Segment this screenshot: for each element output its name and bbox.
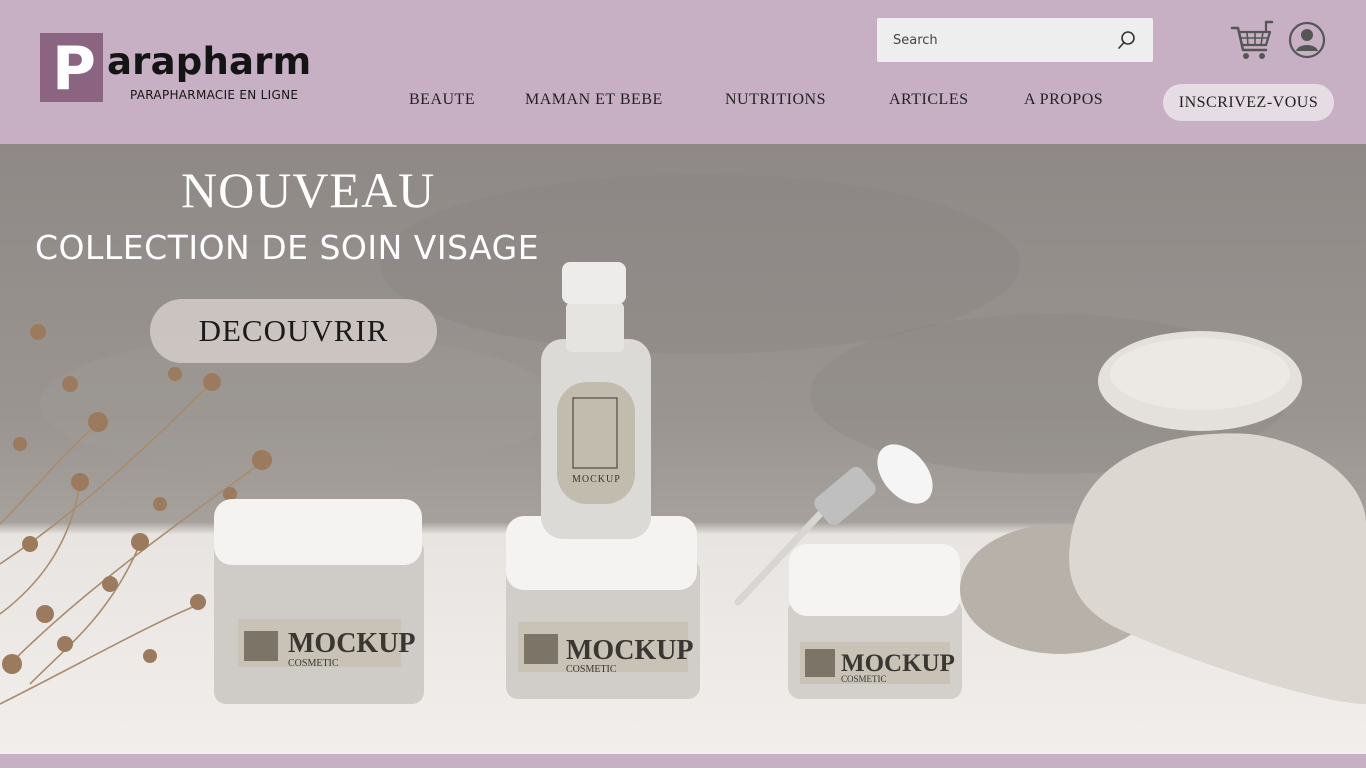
- product-label-center: MOCKUP: [566, 635, 694, 666]
- search-bar: [877, 18, 1153, 62]
- logo-tagline: PARAPHARMACIE EN LIGNE: [130, 88, 299, 102]
- bottom-strip: [0, 754, 1366, 768]
- logo-wordmark[interactable]: arapharm: [107, 40, 311, 84]
- search-input[interactable]: [877, 18, 1107, 62]
- discover-button[interactable]: DECOUVRIR: [150, 299, 437, 363]
- nav-item-maman-et-bebe[interactable]: MAMAN ET BEBE: [525, 91, 663, 109]
- nav-item-articles[interactable]: ARTICLES: [889, 91, 968, 109]
- hero-banner: MOCKUP COSMETIC MOCKUP COSMETIC MOCKUP C…: [0, 144, 1366, 754]
- product-label-right: MOCKUP: [841, 650, 955, 677]
- hero-title: NOUVEAU: [181, 162, 436, 218]
- signup-button[interactable]: INSCRIVEZ-VOUS: [1163, 84, 1334, 121]
- nav-item-nutritions[interactable]: NUTRITIONS: [725, 91, 826, 109]
- product-sublabel-right: COSMETIC: [841, 674, 887, 684]
- cart-icon[interactable]: [1230, 20, 1274, 62]
- nav-item-beaute[interactable]: BEAUTE: [409, 91, 475, 109]
- user-icon[interactable]: [1288, 21, 1326, 59]
- logo-letter[interactable]: P: [52, 36, 96, 102]
- product-sublabel-left: COSMETIC: [288, 658, 339, 669]
- hero-subtitle: COLLECTION DE SOIN VISAGE: [35, 228, 540, 267]
- search-icon[interactable]: [1116, 29, 1138, 51]
- product-label-left: MOCKUP: [288, 628, 416, 659]
- nav-item-a-propos[interactable]: A PROPOS: [1024, 91, 1103, 109]
- product-jar-left: [214, 499, 424, 704]
- product-sublabel-center: COSMETIC: [566, 664, 617, 675]
- site-header: P arapharm PARAPHARMACIE EN LIGNE BEAUTE…: [0, 0, 1366, 144]
- product-label-bottle: MOCKUP: [572, 474, 621, 485]
